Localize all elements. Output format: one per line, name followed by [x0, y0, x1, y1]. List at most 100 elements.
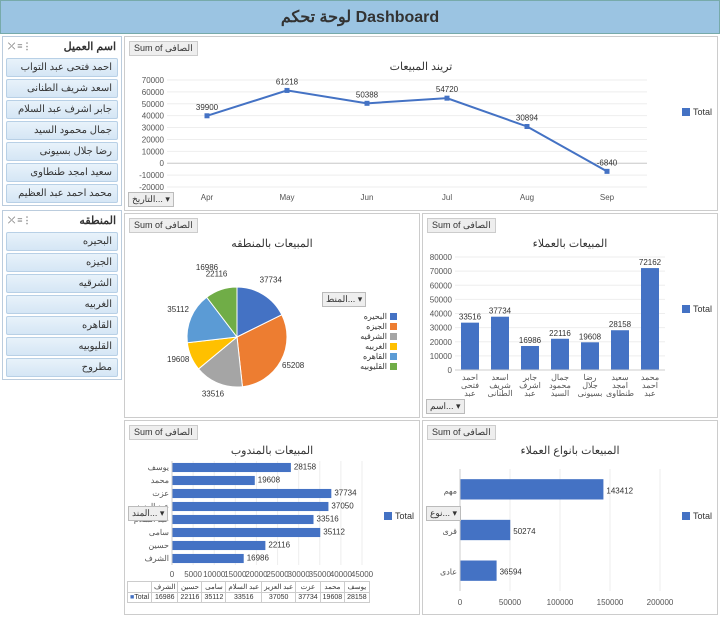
- svg-text:37734: 37734: [489, 307, 512, 316]
- svg-text:16986: 16986: [247, 553, 270, 562]
- svg-text:السيد: السيد: [551, 389, 569, 398]
- svg-text:19608: 19608: [579, 332, 602, 341]
- slicer-region-item[interactable]: الجيزه: [6, 253, 118, 272]
- svg-text:قرى: قرى: [443, 527, 458, 536]
- date-dropdown[interactable]: التاريخ... ▾: [128, 192, 174, 207]
- chart-title-type: المبيعات بانواع العملاء: [425, 444, 715, 457]
- chart-title-trend: تريند المبيعات: [127, 60, 715, 73]
- slicer-region-item[interactable]: مطروح: [6, 358, 118, 377]
- svg-text:60000: 60000: [142, 88, 165, 97]
- slicer-customer-item[interactable]: احمد فتحى عبد التواب: [6, 58, 118, 77]
- svg-text:65208: 65208: [282, 361, 305, 370]
- legend-swatch: [384, 512, 392, 520]
- svg-text:33516: 33516: [202, 389, 225, 398]
- clear-filter-icon[interactable]: ⤫: [8, 41, 15, 52]
- type-dropdown[interactable]: نوع... ▾: [426, 506, 461, 521]
- svg-text:30000: 30000: [142, 124, 165, 133]
- rep-data-table: الشرفحسينسامىعبد السلامعبد العزيزعزتمحمد…: [127, 581, 370, 603]
- svg-text:Apr: Apr: [201, 193, 214, 202]
- svg-text:50274: 50274: [513, 527, 536, 536]
- page-title: لوحة تحكم Dashboard: [0, 0, 720, 34]
- svg-text:0: 0: [160, 159, 165, 168]
- svg-text:40000: 40000: [430, 310, 453, 319]
- svg-text:20000: 20000: [142, 135, 165, 144]
- svg-text:محمد: محمد: [151, 476, 169, 485]
- svg-text:0: 0: [448, 366, 453, 375]
- svg-text:28158: 28158: [294, 462, 317, 471]
- svg-text:70000: 70000: [430, 267, 453, 276]
- svg-text:28158: 28158: [609, 320, 632, 329]
- legend-total: Total: [693, 107, 712, 117]
- sum-tag: Sum of الصافى: [129, 425, 198, 440]
- svg-text:50000: 50000: [430, 295, 453, 304]
- slicer-customer-header: اسم العميل: [64, 40, 116, 53]
- svg-text:-20000: -20000: [139, 183, 164, 192]
- svg-text:30894: 30894: [516, 113, 539, 122]
- svg-text:25000: 25000: [266, 570, 289, 579]
- svg-text:طنطاوى: طنطاوى: [606, 389, 634, 398]
- svg-text:30000: 30000: [288, 570, 311, 579]
- svg-text:-6840: -6840: [597, 158, 618, 167]
- svg-text:150000: 150000: [597, 598, 624, 607]
- svg-text:Aug: Aug: [520, 193, 534, 202]
- slicer-customer-item[interactable]: اسعد شريف الطنانى: [6, 79, 118, 98]
- panel-customer: Sum of الصافى المبيعات بالعملاء 01000020…: [422, 213, 718, 418]
- rep-dropdown[interactable]: المند... ▾: [128, 506, 168, 521]
- svg-text:80000: 80000: [430, 253, 453, 262]
- svg-text:20000: 20000: [245, 570, 268, 579]
- svg-text:37734: 37734: [260, 276, 283, 285]
- svg-text:May: May: [279, 193, 294, 202]
- svg-text:10000: 10000: [430, 352, 453, 361]
- region-dropdown[interactable]: المنط... ▾: [322, 292, 366, 307]
- svg-text:عزت: عزت: [152, 489, 169, 498]
- legend-total: Total: [395, 511, 414, 521]
- svg-text:50388: 50388: [356, 90, 379, 99]
- svg-text:Jun: Jun: [361, 193, 374, 202]
- svg-text:40000: 40000: [330, 570, 353, 579]
- slicer-customer: اسم العميل ⋮≡⤫ احمد فتحى عبد التواب اسعد …: [2, 36, 122, 206]
- svg-text:16986: 16986: [519, 336, 542, 345]
- svg-text:20000: 20000: [430, 338, 453, 347]
- sidebar: اسم العميل ⋮≡⤫ احمد فتحى عبد التواباسعد …: [2, 36, 122, 624]
- svg-text:10000: 10000: [142, 147, 165, 156]
- svg-text:30000: 30000: [430, 324, 453, 333]
- svg-text:الطنانى: الطنانى: [488, 389, 513, 398]
- slicer-region-item[interactable]: البحيره: [6, 232, 118, 251]
- slicer-region: المنطقه ⋮≡⤫ البحيره الجيزه الشرقيه الغربيه ا…: [2, 210, 122, 380]
- svg-text:40000: 40000: [142, 112, 165, 121]
- slicer-customer-item[interactable]: رضا جلال بسيونى: [6, 142, 118, 161]
- svg-text:60000: 60000: [430, 281, 453, 290]
- slicer-region-item[interactable]: القليوبيه: [6, 337, 118, 356]
- svg-text:عبد: عبد: [464, 389, 475, 398]
- svg-text:143412: 143412: [606, 486, 633, 495]
- name-dropdown[interactable]: اسم... ▾: [426, 399, 465, 414]
- clear-filter-icon[interactable]: ⤫: [8, 215, 15, 226]
- svg-text:72162: 72162: [639, 258, 662, 267]
- slicer-region-item[interactable]: الغربيه: [6, 295, 118, 314]
- svg-text:يوسف: يوسف: [148, 463, 169, 472]
- slicer-customer-item[interactable]: جمال محمود السيد: [6, 121, 118, 140]
- multiselect-icon[interactable]: ⋮≡: [17, 215, 31, 226]
- svg-text:19608: 19608: [167, 355, 190, 364]
- panel-rep: Sum of الصافى المبيعات بالمندوب 05000100…: [124, 420, 420, 615]
- slicer-region-item[interactable]: القاهره: [6, 316, 118, 335]
- sum-tag: Sum of الصافى: [427, 218, 496, 233]
- svg-text:بسيونى: بسيونى: [578, 389, 603, 398]
- svg-text:Jul: Jul: [442, 193, 452, 202]
- svg-text:39900: 39900: [196, 103, 219, 112]
- multiselect-icon[interactable]: ⋮≡: [17, 41, 31, 52]
- chart-title-rep: المبيعات بالمندوب: [127, 444, 417, 457]
- slicer-region-header: المنطقه: [79, 214, 116, 227]
- svg-text:37734: 37734: [334, 488, 357, 497]
- svg-text:عبد: عبد: [644, 389, 655, 398]
- slicer-customer-item[interactable]: محمد احمد عبد العظيم: [6, 184, 118, 203]
- svg-text:50000: 50000: [142, 100, 165, 109]
- slicer-customer-item[interactable]: سعيد امجد طنطاوى: [6, 163, 118, 182]
- slicer-customer-item[interactable]: جابر اشرف عبد السلام: [6, 100, 118, 119]
- svg-text:0: 0: [170, 570, 175, 579]
- svg-text:45000: 45000: [351, 570, 374, 579]
- svg-text:19608: 19608: [258, 475, 281, 484]
- svg-text:عادى: عادى: [440, 568, 457, 577]
- svg-text:36594: 36594: [500, 568, 523, 577]
- slicer-region-item[interactable]: الشرقيه: [6, 274, 118, 293]
